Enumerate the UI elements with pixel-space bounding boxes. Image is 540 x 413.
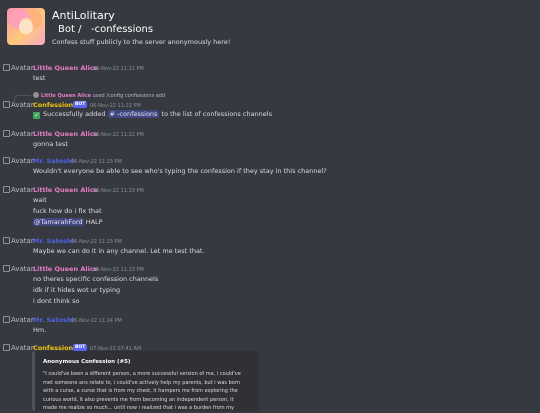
channel-mention[interactable]: # -confessions bbox=[107, 110, 160, 118]
broken-image-icon bbox=[3, 344, 10, 351]
avatar-alt-text: Avatar bbox=[11, 237, 34, 245]
message-timestamp: 06-Nov-22 11:23 PM bbox=[71, 239, 122, 245]
message-timestamp: 06-Nov-22 11:21 PM bbox=[93, 66, 144, 72]
avatar[interactable]: Avatar bbox=[3, 157, 34, 166]
message-timestamp: 06-Nov-22 11:23 PM bbox=[93, 188, 144, 194]
message-author[interactable]: Mr. Satoshi bbox=[33, 157, 74, 165]
message-timestamp: 06-Nov-22 11:22 PM bbox=[90, 103, 141, 109]
channel-header: AntiLolitary Bot / -confessions Confess … bbox=[0, 0, 540, 53]
embed-title: Anonymous Confession (#5) bbox=[43, 359, 131, 365]
message-timestamp: 06-Nov-22 11:23 PM bbox=[93, 267, 144, 273]
message-author[interactable]: Mr. Satoshi bbox=[33, 316, 74, 324]
message-author[interactable]: Little Queen Alice bbox=[33, 64, 98, 72]
reply-text: used /config confessions add bbox=[92, 93, 166, 99]
broken-image-icon bbox=[3, 316, 10, 323]
message-text: gonna test bbox=[33, 140, 68, 148]
avatar-alt-text: Avatar bbox=[11, 265, 34, 273]
broken-image-icon bbox=[3, 101, 10, 108]
broken-image-icon bbox=[3, 64, 10, 71]
avatar-alt-text: Avatar bbox=[11, 157, 34, 165]
message-timestamp: 06-Nov-22 11:23 PM bbox=[71, 159, 122, 165]
bot-tag: BOT bbox=[73, 344, 88, 351]
avatar-alt-text: Avatar bbox=[11, 316, 34, 324]
avatar[interactable]: Avatar bbox=[3, 64, 34, 73]
avatar-alt-text: Avatar bbox=[11, 130, 34, 138]
message-text: wait bbox=[33, 196, 47, 204]
message-text: ✓ Successfully added # -confessions to th… bbox=[33, 110, 272, 119]
server-icon[interactable] bbox=[7, 8, 45, 45]
message-author[interactable]: Little Queen Alice bbox=[33, 186, 98, 194]
success-text: Successfully added bbox=[43, 110, 106, 118]
server-icon-face bbox=[19, 20, 33, 34]
mention-tail: HALP bbox=[85, 218, 103, 226]
broken-image-icon bbox=[3, 130, 10, 137]
embed-line: with a curse, a curse that is from my ch… bbox=[43, 388, 238, 394]
embed-body: "I could've been a different person, a m… bbox=[43, 370, 255, 413]
message-author[interactable]: Confessions bbox=[33, 101, 77, 109]
check-mark-icon: ✓ bbox=[33, 112, 40, 119]
user-mention[interactable]: @TamarahFord bbox=[33, 218, 84, 226]
embed-line: met someone ans relate to, i could've ac… bbox=[43, 379, 240, 386]
message-text: test bbox=[33, 74, 46, 82]
avatar-alt-text: Avatar bbox=[11, 186, 34, 194]
message-text: Wouldn't everyone be able to see who's t… bbox=[33, 167, 327, 175]
avatar-alt-text: Avatar bbox=[11, 101, 34, 109]
avatar[interactable]: Avatar bbox=[3, 130, 34, 139]
message-text: i dont think so bbox=[33, 297, 80, 305]
avatar[interactable]: Avatar bbox=[3, 237, 34, 246]
channel-description: Confess stuff publicly to the server ano… bbox=[52, 38, 231, 46]
avatar[interactable]: Avatar bbox=[3, 101, 34, 110]
reply-avatar-icon bbox=[33, 92, 39, 98]
message-text: fuck how do i fix that bbox=[33, 207, 102, 215]
reply-author[interactable]: Little Queen Alice bbox=[41, 93, 91, 99]
avatar[interactable]: Avatar bbox=[3, 344, 34, 353]
avatar-alt-text: Avatar bbox=[11, 344, 34, 352]
embed-line: "I could've been a different person, a m… bbox=[43, 371, 241, 377]
bot-tag: BOT bbox=[73, 101, 88, 108]
avatar-alt-text: Avatar bbox=[11, 64, 34, 72]
avatar[interactable]: Avatar bbox=[3, 265, 34, 274]
message-text: @TamarahFord HALP bbox=[33, 218, 103, 226]
channel-name: Bot / -confessions bbox=[58, 24, 154, 35]
server-name: AntiLolitary bbox=[52, 9, 115, 22]
embed-line: made me realize so much... until now i r… bbox=[43, 405, 235, 411]
broken-image-icon bbox=[3, 186, 10, 193]
avatar[interactable]: Avatar bbox=[3, 316, 34, 325]
broken-image-icon bbox=[3, 157, 10, 164]
success-text-tail: to the list of confessions channels bbox=[161, 110, 272, 118]
broken-image-icon bbox=[3, 237, 10, 244]
avatar[interactable]: Avatar bbox=[3, 186, 34, 195]
broken-image-icon bbox=[3, 265, 10, 272]
message-author[interactable]: Little Queen Alice bbox=[33, 265, 98, 273]
message-timestamp: 06-Nov-22 11:24 PM bbox=[71, 318, 122, 324]
message-text: Hm. bbox=[33, 326, 47, 334]
embed-line: curious world, it also prevents me from … bbox=[43, 396, 234, 403]
message-text: idk if it hides wot ur typing bbox=[33, 286, 121, 294]
message-author[interactable]: Little Queen Alice bbox=[33, 130, 98, 138]
message-timestamp: 06-Nov-22 11:22 PM bbox=[93, 132, 144, 138]
confession-embed: Anonymous Confession (#5) "I could've be… bbox=[32, 351, 259, 411]
reply-reference[interactable]: Little Queen Alice used /config confessi… bbox=[33, 92, 165, 99]
message-text: Maybe we can do it in any channel. Let m… bbox=[33, 247, 205, 255]
message-author[interactable]: Mr. Satoshi bbox=[33, 237, 74, 245]
message-text: no theres specific confession channels bbox=[33, 275, 159, 283]
